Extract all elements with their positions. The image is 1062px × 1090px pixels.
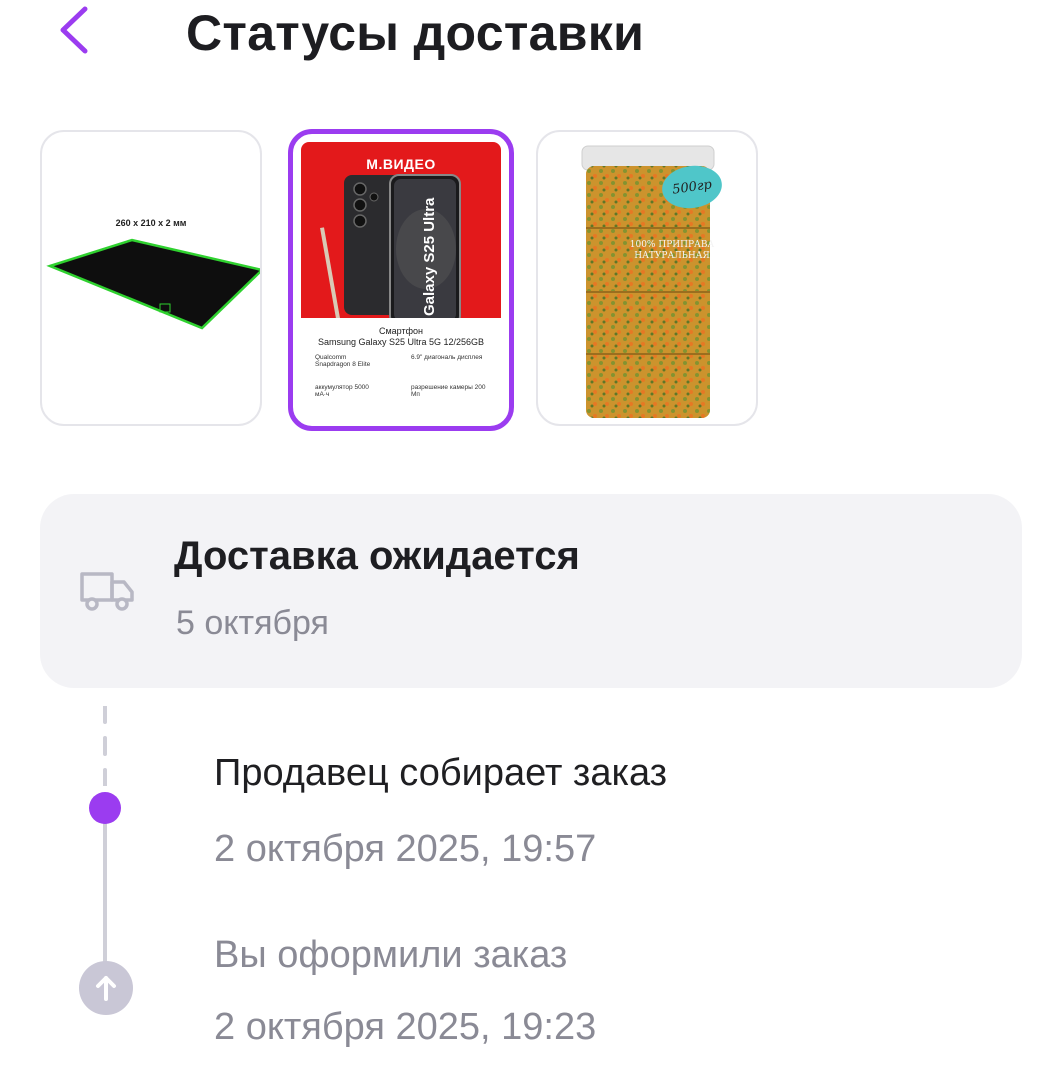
- delivery-expected-date: 5 октября: [176, 604, 329, 642]
- delivery-status-title: Доставка ожидается: [174, 534, 580, 578]
- chevron-left-icon: [60, 6, 88, 54]
- timeline-event-date: 2 октября 2025, 19:57: [214, 828, 597, 870]
- phone-title-line1: Смартфон: [378, 326, 423, 336]
- timeline-dot-current: [89, 792, 121, 824]
- timeline-line: [103, 808, 107, 986]
- arrow-up-icon: [96, 976, 116, 1001]
- timeline-event-date: 2 октября 2025, 19:23: [214, 1006, 597, 1048]
- phone-title: Смартфон Samsung Galaxy S25 Ultra 5G 12/…: [293, 326, 509, 348]
- delivery-status-card[interactable]: Доставка ожидается 5 октября: [40, 494, 1022, 688]
- spec-display: 6.9" диагональ дисплея: [411, 354, 483, 361]
- timeline-dashed-line: [103, 706, 107, 786]
- spec-camera: разрешение камеры 200 Мп: [411, 384, 486, 398]
- mousepad-image: [46, 238, 260, 330]
- spec-battery: аккумулятор 5000 мА·ч: [315, 384, 369, 398]
- timeline-dot-past: [79, 961, 133, 1015]
- timeline-event-title: Вы оформили заказ: [214, 934, 568, 976]
- product-thumb-phone[interactable]: М.ВИДЕО Galaxy S25 Ultra Смартфон Samsun…: [288, 129, 514, 431]
- jar-image: [581, 145, 715, 418]
- header: Статусы доставки: [0, 0, 1062, 70]
- product-thumb-mousepad[interactable]: 260 x 210 x 2 мм: [40, 130, 262, 426]
- page-title: Статусы доставки: [186, 5, 645, 61]
- truck-icon: [80, 572, 134, 611]
- phone-title-line2: Samsung Galaxy S25 Ultra 5G 12/256GB: [317, 337, 485, 347]
- timeline-event-title: Продавец собирает заказ: [214, 752, 668, 794]
- product-thumb-seasoning[interactable]: 100% ПРИПРАВА НАТУРАЛЬНАЯ 500гр: [536, 130, 758, 426]
- phone-model-label: Galaxy S25 Ultra: [421, 197, 438, 316]
- back-button[interactable]: [50, 4, 98, 56]
- jar-label: 100% ПРИПРАВА НАТУРАЛЬНАЯ: [629, 240, 715, 261]
- spec-cpu: Qualcomm Snapdragon 8 Elite: [315, 354, 371, 368]
